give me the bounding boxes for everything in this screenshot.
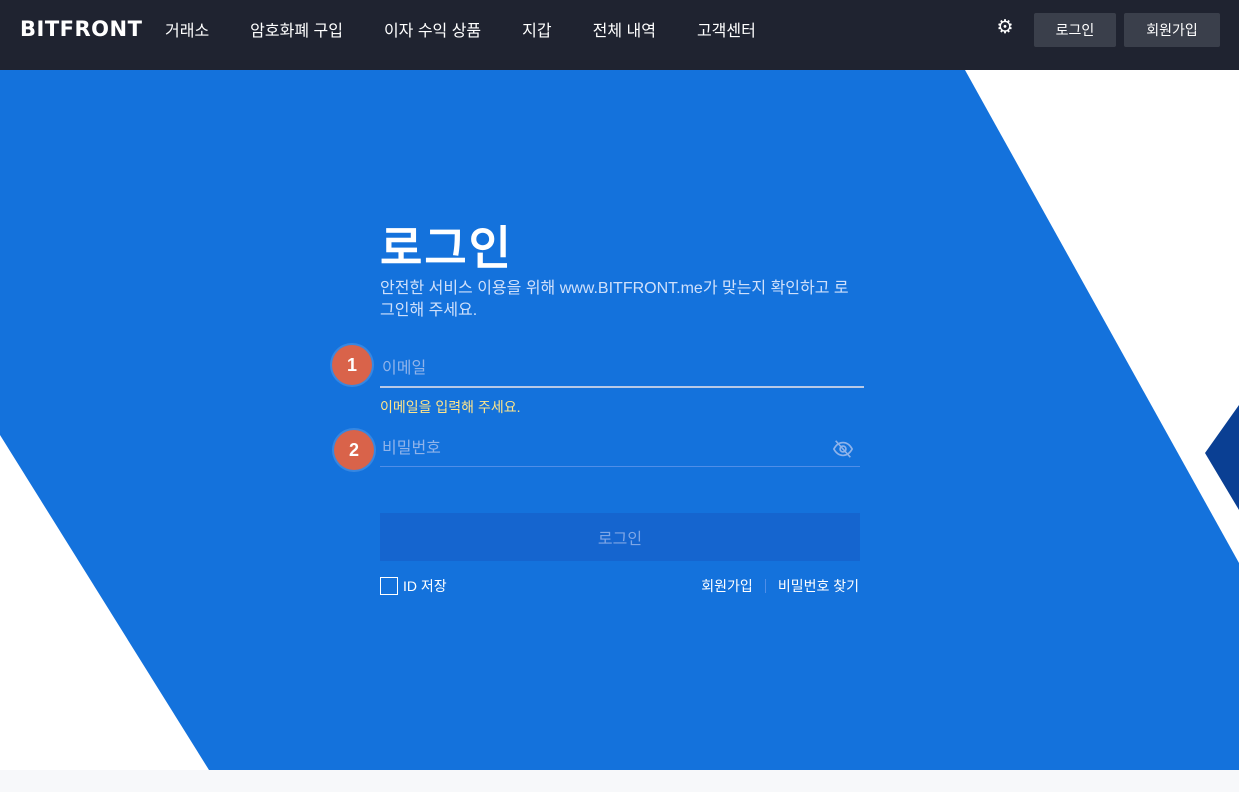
find-password-link[interactable]: 비밀번호 찾기 (778, 576, 859, 596)
annotation-badge-1: 1 (332, 345, 372, 385)
email-input[interactable] (380, 352, 864, 386)
remember-id-label: ID 저장 (403, 578, 447, 594)
email-error-message: 이메일을 입력해 주세요. (380, 399, 521, 415)
security-notice: 안전한 서비스 이용을 위해 www.BITFRONT.me가 맞는지 확인하고… (380, 280, 849, 319)
page-title: 로그인 (380, 222, 513, 274)
password-input[interactable] (380, 432, 860, 466)
password-field[interactable] (380, 432, 860, 467)
checkbox-box[interactable] (380, 577, 398, 595)
email-field[interactable] (380, 352, 864, 388)
auth-links: 회원가입 비밀번호 찾기 (701, 576, 859, 596)
login-panel: 로그인 안전한 서비스 이용을 위해 www.BITFRONT.me가 맞는지 … (0, 0, 1239, 792)
annotation-badge-2: 2 (334, 430, 374, 470)
signup-link[interactable]: 회원가입 (701, 576, 753, 596)
remember-id-checkbox[interactable]: ID 저장 (380, 576, 447, 596)
eye-off-icon[interactable] (832, 438, 854, 460)
link-divider (764, 579, 766, 593)
login-submit-button[interactable]: 로그인 (380, 513, 860, 561)
